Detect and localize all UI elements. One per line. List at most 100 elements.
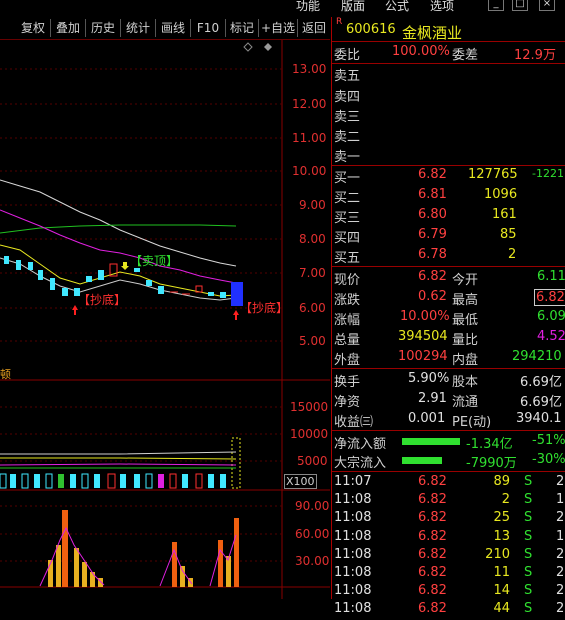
buy-price: 6.78 [418,247,447,262]
tick-time: 11:08 [334,601,372,617]
price-axis-label: 10.00 [292,164,327,178]
buy-price: 6.80 [418,207,447,222]
stock-code: 600616 [346,22,396,37]
tick-row: 11:07 6.82 89 S 2 [332,474,565,493]
quote-label: 今开 [452,273,479,288]
tick-direction: S [524,528,533,544]
overlay-button[interactable]: 叠加 [51,19,86,37]
finance-value: 3940.1 [516,411,562,426]
tick-price: 6.82 [418,565,447,580]
indicator-axis-label: 90.00 [295,499,330,513]
tick-count: 2 [556,601,565,617]
price-axis-label: 12.00 [292,97,327,111]
sell-label: 卖一 [334,150,361,165]
tick-price: 6.82 [418,583,447,599]
tick-count: 2 [556,546,565,562]
buy-price: 6.79 [418,227,447,242]
sell-label: 卖二 [334,130,361,145]
quote-label: 最低 [452,313,479,328]
finance-row: 净资 2.91 流通 6.69亿 [332,391,565,410]
buy-row[interactable]: 买一 6.82 127765 -1221 [332,167,565,186]
sell-row: 卖三 [332,106,565,125]
quote-value: 0.62 [418,289,447,304]
price-axis-label: 7.00 [299,266,326,280]
draw-line-button[interactable]: 画线 [156,19,191,37]
menu-options[interactable]: 选项 [430,0,454,14]
add-watchlist-button[interactable]: +自选 [259,19,298,37]
quote-label: 最高 [452,293,479,308]
kline-chart[interactable]: 【卖顶】 【抄底】 【抄底】 顿 13.00 12.00 11.00 10.00… [0,40,330,599]
tick-price: 6.82 [418,474,447,489]
quote-row: 涨幅 10.00% 最低 6.09 [332,309,565,328]
buy-volume: 1096 [484,187,518,202]
tick-volume: 11 [493,565,510,580]
quote-row: 外盘 100294 内盘 294210 [332,349,565,368]
f10-button[interactable]: F10 [191,19,226,37]
flow-label: 大宗流入 [334,456,387,471]
buy-volume: 2 [508,247,517,262]
quote-label: 量比 [452,333,479,348]
sell-row: 卖二 [332,126,565,145]
diamond-filled-icon [264,43,272,51]
price-axis-label: 9.00 [299,198,326,212]
tick-time: 11:08 [334,510,372,526]
tick-price: 6.82 [418,601,447,617]
menu-bar: 功能 版面 公式 选项 _ □ × [0,0,565,14]
tick-time: 11:08 [334,528,372,544]
sell-label: 卖三 [334,110,361,125]
quote-value: 6.82 [534,289,565,306]
sell-row: 卖五 [332,65,565,84]
finance-row: 换手 5.90% 股本 6.69亿 [332,371,565,390]
order-diff-value: 12.9万 [514,48,556,63]
sell-label: 卖五 [334,69,361,84]
flow-value: -7990万 [466,456,517,471]
tick-direction: S [524,474,533,489]
buy-row[interactable]: 买二 6.81 1096 [332,187,565,206]
quote-value: 4.52 [537,329,565,344]
tick-time: 11:08 [334,546,372,562]
sell-top-label: 【卖顶】 [130,254,179,268]
tick-time: 11:08 [334,583,372,599]
statistics-button[interactable]: 统计 [121,19,156,37]
flow-bar [402,438,460,445]
order-ratio-row: 委比 100.00% 委差 12.9万 [332,44,565,63]
tick-time: 11:08 [334,492,372,508]
buy-row[interactable]: 买四 6.79 85 [332,227,565,246]
sell-label: 卖四 [334,90,361,105]
finance-label: 换手 [334,375,361,390]
menu-layout[interactable]: 版面 [341,0,365,14]
arrow-up-icon-2 [233,310,239,320]
menu-formula[interactable]: 公式 [385,0,409,14]
menu-function[interactable]: 功能 [296,0,320,14]
flow-row: 净流入额 -1.34亿 -51% [332,433,565,452]
price-axis-label: 8.00 [299,232,326,246]
restore-rights-button[interactable]: 复权 [16,19,51,37]
maximize-icon[interactable]: □ [512,0,528,11]
flow-pct: -30% [532,452,565,467]
volume-unit-label: X100 [284,474,317,489]
sell-row: 卖一 [332,146,565,165]
tick-volume: 210 [485,546,510,562]
volume-axis-label: 5000 [297,454,328,468]
quote-label: 内盘 [452,353,479,368]
tick-direction: S [524,492,533,508]
quote-label: 总量 [334,333,361,348]
buy-row[interactable]: 买三 6.80 161 [332,207,565,226]
tick-price: 6.82 [418,528,447,544]
back-button[interactable]: 返回 [298,19,330,37]
buy-label: 买五 [334,251,361,266]
minimize-icon[interactable]: _ [488,0,504,11]
history-button[interactable]: 历史 [86,19,121,37]
close-icon[interactable]: × [539,0,555,11]
finance-label: 净资 [334,395,361,410]
tick-direction: S [524,565,533,580]
quote-label: 涨幅 [334,313,361,328]
arrow-down-icon [121,262,129,270]
tick-row: 11:08 6.82 14 S 2 [332,583,565,602]
side-label: 顿 [0,368,11,381]
buy-row[interactable]: 买五 6.78 2 [332,247,565,266]
mark-button[interactable]: 标记 [226,19,259,37]
tick-row: 11:08 6.82 2 S 1 [332,492,565,511]
stock-marker: R [336,17,343,27]
tick-count: 2 [556,565,565,580]
